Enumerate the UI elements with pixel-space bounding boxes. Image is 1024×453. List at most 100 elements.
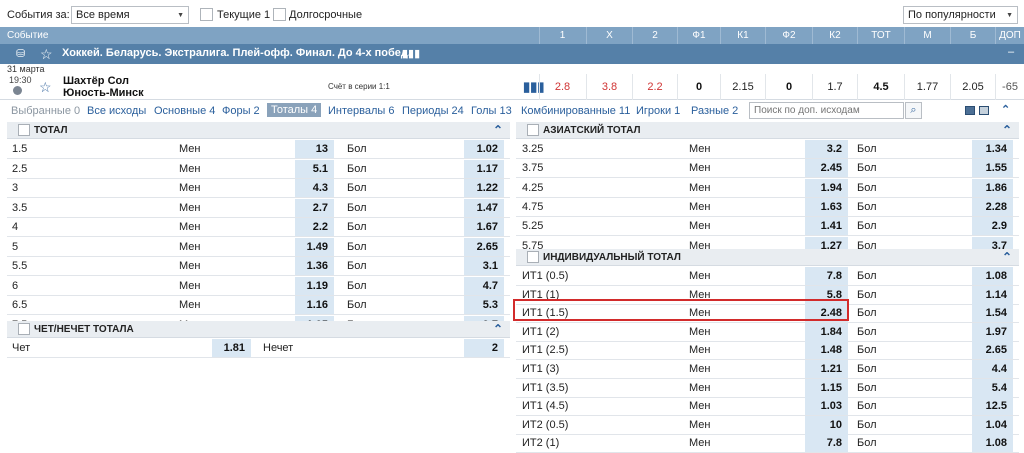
favorite-star-icon[interactable]: ☆ [40,46,53,63]
section-checkbox[interactable] [18,323,30,335]
over-odds[interactable]: 1.02 [464,140,504,158]
event-odds-2[interactable]: 2.2 [632,74,677,100]
even-odds[interactable]: 1.81 [212,339,251,357]
over-odds[interactable]: 1.17 [464,159,504,178]
list-view-icon[interactable] [979,106,989,115]
event-odds-10[interactable]: -65 [995,74,1024,100]
event-odds-1[interactable]: 3.8 [586,74,632,100]
over-odds[interactable]: 5.4 [972,378,1013,397]
under-label: Мен [179,201,201,214]
over-odds[interactable]: 4.4 [972,360,1013,378]
market-tab-4[interactable]: Тоталы 4 [267,103,322,117]
under-odds[interactable]: 7.8 [805,434,848,453]
market-search-input[interactable] [749,102,904,119]
over-label: Бол [347,240,367,253]
over-odds[interactable]: 12.5 [972,397,1013,416]
current-checkbox[interactable] [200,8,213,21]
over-odds[interactable]: 1.08 [972,434,1013,453]
under-odds[interactable]: 1.84 [805,322,848,341]
team2-name[interactable]: Юность-Минск [63,87,144,99]
under-odds[interactable]: 1.19 [295,276,334,295]
sort-select[interactable]: По популярности ▼ [903,6,1018,24]
chevron-up-icon[interactable]: ⌃ [1002,123,1012,137]
over-odds[interactable]: 1.67 [464,218,504,236]
market-tab-9[interactable]: Игроки 1 [636,105,680,117]
market-tab-10[interactable]: Разные 2 [691,105,738,117]
over-odds[interactable]: 2.65 [464,237,504,256]
over-odds[interactable]: 1.14 [972,285,1013,304]
over-odds[interactable]: 2.65 [972,341,1013,360]
market-tab-8[interactable]: Комбинированные 11 [521,105,630,117]
over-odds[interactable]: 1.34 [972,140,1013,158]
event-odds-0[interactable]: 2.8 [539,74,585,100]
over-odds[interactable]: 4.7 [464,276,504,295]
under-odds[interactable]: 4.3 [295,179,334,197]
team1-name[interactable]: Шахтёр Сол [63,75,129,87]
event-odds-3[interactable]: 0 [677,74,720,100]
under-odds[interactable]: 1.16 [295,296,334,314]
market-tab-5[interactable]: Интервалы 6 [328,105,394,117]
stats-icon[interactable]: ▮▮▮ [402,47,420,60]
market-tab-6[interactable]: Периоды 24 [402,105,464,117]
under-odds[interactable]: 1.03 [805,397,848,416]
under-odds[interactable]: 13 [295,140,334,158]
over-odds[interactable]: 1.22 [464,179,504,197]
over-odds[interactable]: 2.9 [972,217,1013,236]
under-odds[interactable]: 1.36 [295,257,334,275]
section-checkbox[interactable] [527,124,539,136]
under-odds[interactable]: 2.2 [295,218,334,236]
market-tab-2[interactable]: Основные 4 [154,105,215,117]
under-odds[interactable]: 1.15 [805,378,848,397]
grid-view-icon[interactable] [965,106,975,115]
over-odds[interactable]: 1.86 [972,178,1013,197]
under-odds[interactable]: 5.1 [295,159,334,178]
under-odds[interactable]: 1.48 [805,341,848,360]
long-term-checkbox[interactable] [273,8,286,21]
collapse-all-icon[interactable]: ⌃ [1001,103,1010,116]
under-odds[interactable]: 1.63 [805,197,848,216]
under-odds[interactable]: 1.94 [805,178,848,197]
over-odds[interactable]: 1.54 [972,304,1013,323]
event-row[interactable]: 19:30 ☆ Шахтёр Сол Юность-Минск Счёт в с… [0,74,1024,100]
under-odds[interactable]: 1.49 [295,237,334,256]
under-odds[interactable]: 7.8 [805,267,848,285]
event-odds-4[interactable]: 2.15 [720,74,765,100]
event-odds-9[interactable]: 2.05 [950,74,995,100]
chevron-up-icon[interactable]: ⌃ [1002,250,1012,264]
individual-total-section-header[interactable]: ИНДИВИДУАЛЬНЫЙ ТОТАЛ ⌃ [516,249,1019,266]
chevron-up-icon[interactable]: ⌃ [493,123,503,137]
period-select[interactable]: Все время ▼ [71,6,189,24]
odd-even-section-header[interactable]: ЧЕТ/НЕЧЕТ ТОТАЛА ⌃ [7,321,510,338]
odd-odds[interactable]: 2 [464,339,504,357]
over-odds[interactable]: 1.08 [972,267,1013,285]
over-odds[interactable]: 2.28 [972,197,1013,216]
event-odds-7[interactable]: 4.5 [857,74,904,100]
asian-total-section-header[interactable]: АЗИАТСКИЙ ТОТАЛ ⌃ [516,122,1019,139]
over-odds[interactable]: 1.55 [972,159,1013,178]
under-odds[interactable]: 2.45 [805,159,848,178]
section-checkbox[interactable] [18,124,30,136]
event-odds-6[interactable]: 1.7 [812,74,857,100]
search-icon[interactable]: ⌕ [905,102,922,119]
under-odds[interactable]: 10 [805,415,848,434]
event-odds-8[interactable]: 1.77 [904,74,950,100]
under-odds[interactable]: 1.41 [805,217,848,236]
over-odds[interactable]: 3.1 [464,257,504,275]
event-odds-5[interactable]: 0 [765,74,812,100]
over-odds[interactable]: 5.3 [464,296,504,314]
under-odds[interactable]: 2.7 [295,198,334,217]
over-odds[interactable]: 1.47 [464,198,504,217]
collapse-league-button[interactable]: – [1008,46,1014,58]
market-tab-1[interactable]: Все исходы [87,105,146,117]
market-tab-7[interactable]: Голы 13 [471,105,512,117]
under-odds[interactable]: 1.21 [805,360,848,378]
chevron-up-icon[interactable]: ⌃ [493,322,503,336]
section-checkbox[interactable] [527,251,539,263]
market-tab-3[interactable]: Форы 2 [222,105,260,117]
total-section-header[interactable]: ТОТАЛ ⌃ [7,122,510,139]
over-odds[interactable]: 1.97 [972,322,1013,341]
market-tab-0[interactable]: Выбранные 0 [11,105,80,117]
under-odds[interactable]: 3.2 [805,140,848,158]
favorite-star-icon[interactable]: ☆ [39,79,52,96]
over-odds[interactable]: 1.04 [972,415,1013,434]
